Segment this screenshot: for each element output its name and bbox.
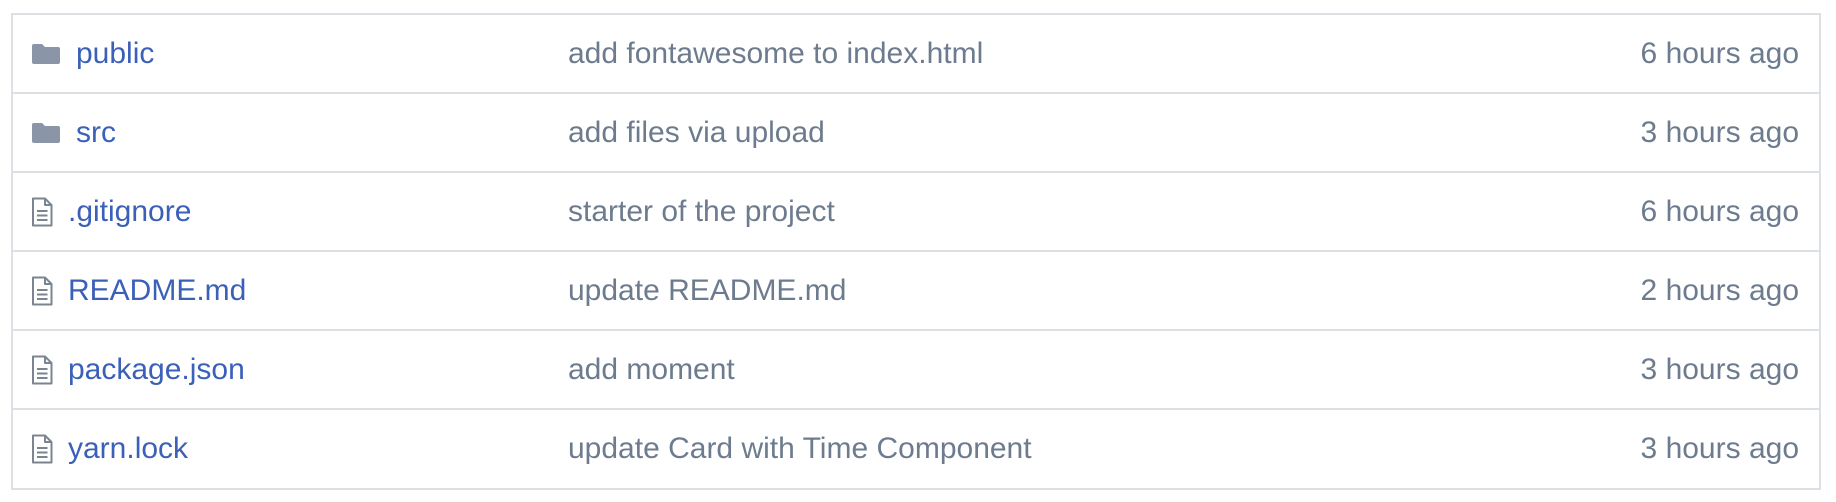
commit-age: 2 hours ago: [1640, 273, 1799, 307]
file-name-link[interactable]: package.json: [68, 353, 245, 387]
commit-message-link[interactable]: add files via upload: [568, 116, 825, 150]
file-row: src add files via upload 3 hours ago: [13, 94, 1819, 173]
file-icon: [31, 434, 53, 464]
file-icon: [31, 276, 53, 306]
file-list: public add fontawesome to index.html 6 h…: [11, 13, 1821, 490]
commit-message-link[interactable]: starter of the project: [568, 195, 835, 229]
file-icon: [31, 355, 53, 385]
commit-age: 6 hours ago: [1640, 36, 1799, 70]
file-row: README.md update README.md 2 hours ago: [13, 252, 1819, 331]
file-row: package.json add moment 3 hours ago: [13, 331, 1819, 410]
commit-age: 3 hours ago: [1640, 352, 1799, 386]
commit-age: 3 hours ago: [1640, 432, 1799, 465]
commit-message-link[interactable]: add fontawesome to index.html: [568, 37, 983, 71]
commit-message-link[interactable]: update Card with Time Component: [568, 432, 1032, 466]
file-name-link[interactable]: src: [76, 116, 116, 150]
file-name-link[interactable]: public: [76, 37, 154, 71]
commit-age: 6 hours ago: [1640, 194, 1799, 228]
file-name-link[interactable]: yarn.lock: [68, 432, 188, 466]
file-row: public add fontawesome to index.html 6 h…: [13, 15, 1819, 94]
file-icon: [31, 197, 53, 227]
file-name-link[interactable]: .gitignore: [68, 195, 191, 229]
commit-age: 3 hours ago: [1640, 115, 1799, 149]
commit-message-link[interactable]: update README.md: [568, 274, 846, 308]
folder-icon: [31, 43, 61, 65]
file-name-link[interactable]: README.md: [68, 274, 246, 308]
folder-icon: [31, 122, 61, 144]
commit-message-link[interactable]: add moment: [568, 353, 735, 387]
file-row: yarn.lock update Card with Time Componen…: [13, 410, 1819, 490]
file-row: .gitignore starter of the project 6 hour…: [13, 173, 1819, 252]
